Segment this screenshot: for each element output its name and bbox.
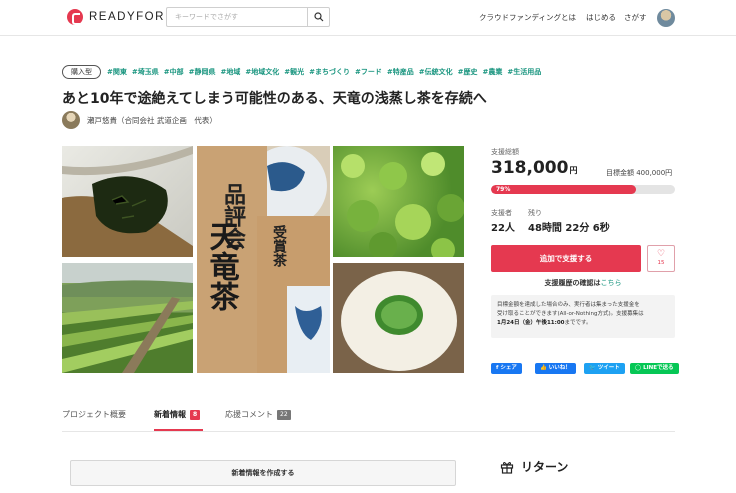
facebook-share-label: シェア xyxy=(500,365,517,371)
tag-link[interactable]: #地域 xyxy=(221,68,241,76)
tag-list: #関東 #埼玉県 #中部 #静岡県 #地域 #地域文化 #観光 #まちづくり #フード #特産品 #… xyxy=(107,67,546,77)
tag-link[interactable]: #まちづくり xyxy=(309,68,350,76)
tag-link[interactable]: #静岡県 xyxy=(189,68,216,76)
note-line: 受け取ることができます(All-or-Nothing方式)。支援募集は xyxy=(497,311,644,317)
search-button[interactable] xyxy=(307,8,329,26)
line-share-label: LINEで送る xyxy=(643,365,674,371)
tab-news[interactable]: 新着情報 8 xyxy=(154,409,201,420)
progress-fill xyxy=(491,185,637,194)
user-avatar[interactable] xyxy=(657,9,675,27)
tag-link[interactable]: #フード xyxy=(355,68,382,76)
search-input[interactable] xyxy=(167,8,307,26)
green-tea-cup-photo xyxy=(333,263,464,373)
funding-amount: 318,000円 xyxy=(491,158,577,178)
facebook-like-button[interactable]: 👍 いいね！ xyxy=(535,363,576,374)
remaining-label: 残り xyxy=(528,209,542,217)
supporters-count: 22人 xyxy=(491,223,515,234)
nav-explore[interactable]: さがす xyxy=(624,12,647,23)
tag-link[interactable]: #関東 xyxy=(107,68,127,76)
comments-count-badge: 22 xyxy=(277,409,291,420)
tea-field-illustration xyxy=(62,280,193,373)
tea-plants-photo xyxy=(333,146,464,257)
amount-value: 318,000 xyxy=(491,158,569,178)
total-label: 支援総額 xyxy=(491,148,519,156)
facebook-share-button[interactable]: f シェア xyxy=(491,363,522,374)
twitter-share-label: ツイート xyxy=(597,365,620,371)
tag-link[interactable]: #伝統文化 xyxy=(419,68,453,76)
project-type-badge: 購入型 xyxy=(62,65,101,79)
favorite-button[interactable]: ♡ 15 xyxy=(647,245,675,272)
tea-cup-illustration xyxy=(333,263,464,373)
twitter-share-button[interactable]: 🐦 ツイート xyxy=(584,363,625,374)
logo-mark-icon xyxy=(67,9,83,25)
note-line: 1月24日（金）午後11:00までです。 xyxy=(497,319,669,328)
progress-percent: 79% xyxy=(496,186,511,193)
search-icon xyxy=(313,12,323,22)
tab-comments-label: 応援コメント xyxy=(225,410,273,419)
tag-link[interactable]: #地域文化 xyxy=(245,68,279,76)
time-remaining: 48時間 22分 6秒 xyxy=(528,223,610,234)
note-tail: までです。 xyxy=(564,320,592,326)
support-button[interactable]: 追加で支援する xyxy=(491,245,641,272)
project-owner[interactable]: 瀬戸悠貴（合同会社 武道企画 代表） xyxy=(87,115,217,126)
history-link[interactable]: こちら xyxy=(601,279,622,287)
tea-box-text-side: 受賞茶 xyxy=(271,224,288,268)
tag-link[interactable]: #中部 xyxy=(164,68,184,76)
history-text: 支援履歴の確認は xyxy=(544,279,601,287)
site-header: READYFOR クラウドファンディングとは はじめる さがす xyxy=(0,0,736,36)
search-box xyxy=(166,7,330,27)
tea-field-photo xyxy=(62,263,193,373)
support-history: 支援履歴の確認はこちら xyxy=(491,278,675,288)
owner-avatar[interactable] xyxy=(62,111,80,129)
all-or-nothing-note: 目標金額を達成した場合のみ、実行者は集まった支援金を 受け取ることができます(A… xyxy=(491,295,675,338)
favorite-count: 15 xyxy=(657,260,665,266)
amount-unit: 円 xyxy=(569,166,578,175)
nav-about[interactable]: クラウドファンディングとは xyxy=(479,12,576,23)
tag-link[interactable]: #農業 xyxy=(483,68,503,76)
note-line: 目標金額を達成した場合のみ、実行者は集まった支援金を xyxy=(497,302,640,308)
tea-leaves-photo xyxy=(62,146,193,257)
readyfor-logo[interactable]: READYFOR xyxy=(67,9,165,25)
news-count-badge: 8 xyxy=(190,409,201,420)
note-deadline: 1月24日（金）午後11:00 xyxy=(497,320,565,326)
tea-leaves-illustration xyxy=(62,146,193,257)
tab-overview[interactable]: プロジェクト概要 xyxy=(62,409,126,420)
tab-comments[interactable]: 応援コメント 22 xyxy=(225,409,291,420)
tea-box-illustration: 品評会 天竜茶 受賞茶 xyxy=(197,146,330,373)
gift-icon xyxy=(500,461,514,474)
line-share-button[interactable]: ◯ LINEで送る xyxy=(630,363,679,374)
tag-link[interactable]: #埼玉県 xyxy=(132,68,159,76)
tag-link[interactable]: #生活用品 xyxy=(507,68,541,76)
logo-text: READYFOR xyxy=(89,11,165,23)
progress-bar xyxy=(491,185,675,194)
supporters-label: 支援者 xyxy=(491,209,512,217)
tag-link[interactable]: #歴史 xyxy=(458,68,478,76)
tag-link[interactable]: #特産品 xyxy=(387,68,414,76)
facebook-like-label: いいね！ xyxy=(548,365,571,371)
heart-icon: ♡ xyxy=(656,249,666,259)
returns-title: リターン xyxy=(521,460,569,474)
returns-heading: リターン xyxy=(500,458,568,475)
tabs-divider xyxy=(62,431,675,432)
goal-amount: 目標金額 400,000円 xyxy=(606,169,673,177)
tab-overview-label: プロジェクト概要 xyxy=(62,410,126,419)
tea-box-photo: 品評会 天竜茶 受賞茶 xyxy=(197,146,330,373)
tea-plants-illustration xyxy=(341,152,464,257)
project-title: あと10年で途絶えてしまう可能性のある、天竜の浅蒸し茶を存続へ xyxy=(62,91,487,107)
tag-link[interactable]: #観光 xyxy=(284,68,304,76)
create-update-button[interactable]: 新着情報を作成する xyxy=(70,460,456,486)
nav-start[interactable]: はじめる xyxy=(586,12,616,23)
tea-box-text-main: 天竜茶 xyxy=(204,221,240,311)
tab-news-label: 新着情報 xyxy=(154,410,186,419)
